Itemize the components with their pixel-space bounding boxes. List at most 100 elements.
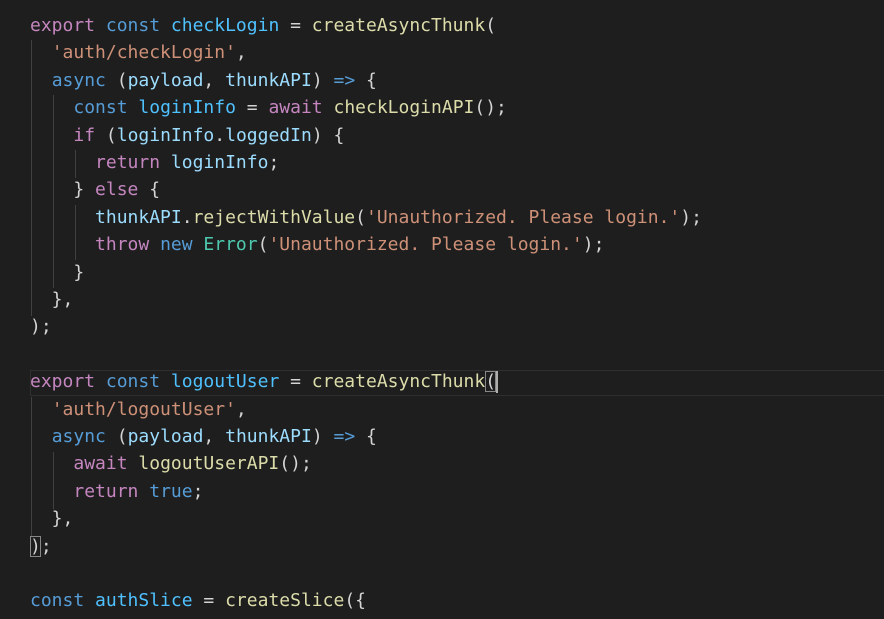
code-token: async	[51, 426, 106, 447]
code-token: ) {	[311, 124, 345, 146]
code-token: createAsyncThunk	[311, 15, 486, 36]
code-token: checkLoginAPI	[333, 97, 475, 119]
code-line-text: },	[30, 286, 74, 313]
code-token: =>	[333, 69, 356, 91]
code-line-text: );	[30, 533, 52, 560]
code-token: const	[105, 15, 161, 36]
code-token: true	[149, 480, 193, 502]
code-line[interactable]	[0, 560, 884, 587]
code-token: return	[95, 152, 161, 173]
code-token: ,	[203, 69, 226, 91]
code-line[interactable]: },	[0, 286, 884, 313]
code-token: ();	[279, 453, 312, 475]
text-cursor	[496, 371, 499, 394]
code-line[interactable]: 'auth/logoutUser',	[0, 396, 884, 423]
code-token: 'Unauthorized. Please login.'	[365, 206, 681, 228]
code-line[interactable]: );	[0, 533, 884, 560]
code-token: =	[192, 590, 226, 612]
code-token: ;	[268, 152, 280, 173]
code-line-text: const loginInfo = await checkLoginAPI();	[30, 94, 507, 121]
code-token: ;	[192, 480, 204, 502]
code-line[interactable]: async (payload, thunkAPI) => {	[0, 67, 884, 94]
code-line[interactable]: await logoutUserAPI();	[0, 450, 884, 477]
code-token: if	[73, 124, 96, 146]
code-line[interactable]: async (payload, thunkAPI) => {	[0, 423, 884, 450]
code-token: const	[30, 590, 85, 612]
code-line[interactable]: },	[0, 505, 884, 532]
code-line[interactable]	[0, 341, 884, 368]
code-line-text: }	[30, 259, 84, 286]
code-line-text: );	[30, 313, 52, 340]
code-token: {	[355, 69, 377, 91]
code-line-text: 'auth/checkLogin',	[30, 39, 247, 66]
code-token: =	[279, 371, 312, 393]
code-token: (	[355, 206, 366, 228]
code-line-text: return loginInfo;	[30, 149, 279, 176]
code-token: createSlice	[225, 590, 345, 612]
code-token: throw	[95, 234, 150, 256]
code-token: loginInfo	[116, 124, 215, 146]
code-line[interactable]: );	[0, 313, 884, 340]
code-token: thunkAPI	[225, 69, 312, 91]
code-token: ,	[235, 398, 247, 420]
code-token: createAsyncThunk	[311, 371, 486, 393]
code-token: 'auth/logoutUser'	[51, 398, 236, 420]
code-token: ();	[474, 97, 507, 119]
code-line[interactable]: throw new Error('Unauthorized. Please lo…	[0, 231, 884, 258]
code-token: .	[214, 124, 226, 146]
code-line[interactable]: } else {	[0, 176, 884, 203]
code-token: async	[51, 69, 106, 91]
code-token: export	[30, 15, 96, 36]
code-token: await	[73, 453, 128, 475]
code-token: await	[268, 97, 323, 119]
code-line-text: } else {	[30, 176, 160, 203]
code-token: export	[30, 371, 96, 393]
code-token: },	[30, 289, 74, 310]
code-line[interactable]: export const checkLogin = createAsyncThu…	[0, 12, 884, 39]
code-line[interactable]: const loginInfo = await checkLoginAPI();	[0, 94, 884, 121]
code-line[interactable]: thunkAPI.rejectWithValue('Unauthorized. …	[0, 204, 884, 231]
code-token: 'auth/checkLogin'	[51, 42, 236, 64]
code-token: {	[355, 426, 377, 447]
code-line[interactable]: const authSlice = createSlice({	[0, 587, 884, 614]
matched-bracket: )	[30, 535, 41, 557]
code-line[interactable]: return true;	[0, 478, 884, 505]
code-token: thunkAPI	[225, 426, 312, 447]
code-line-text: throw new Error('Unauthorized. Please lo…	[30, 231, 604, 258]
code-token: loginInfo	[138, 97, 236, 119]
code-line-text: const authSlice = createSlice({	[30, 587, 366, 614]
code-token: checkLogin	[170, 15, 280, 36]
code-token: ,	[235, 42, 247, 64]
code-line[interactable]: if (loginInfo.loggedIn) {	[0, 122, 884, 149]
code-line[interactable]: 'auth/checkLogin',	[0, 39, 884, 66]
code-line[interactable]: export const logoutUser = createAsyncThu…	[0, 368, 884, 395]
code-token: }	[30, 261, 85, 283]
code-token: authSlice	[95, 590, 193, 612]
code-token: const	[105, 371, 161, 393]
code-line-text: async (payload, thunkAPI) => {	[30, 67, 377, 94]
code-token: Error	[203, 234, 258, 256]
code-token: const	[73, 97, 128, 119]
code-editor[interactable]: export const checkLogin = createAsyncThu…	[0, 0, 884, 619]
code-line[interactable]: }	[0, 259, 884, 286]
code-token: loggedIn	[225, 124, 312, 146]
code-line-text: thunkAPI.rejectWithValue('Unauthorized. …	[30, 204, 702, 231]
code-line-text: async (payload, thunkAPI) => {	[30, 423, 377, 450]
code-line[interactable]: return loginInfo;	[0, 149, 884, 176]
code-token: .	[181, 206, 193, 228]
